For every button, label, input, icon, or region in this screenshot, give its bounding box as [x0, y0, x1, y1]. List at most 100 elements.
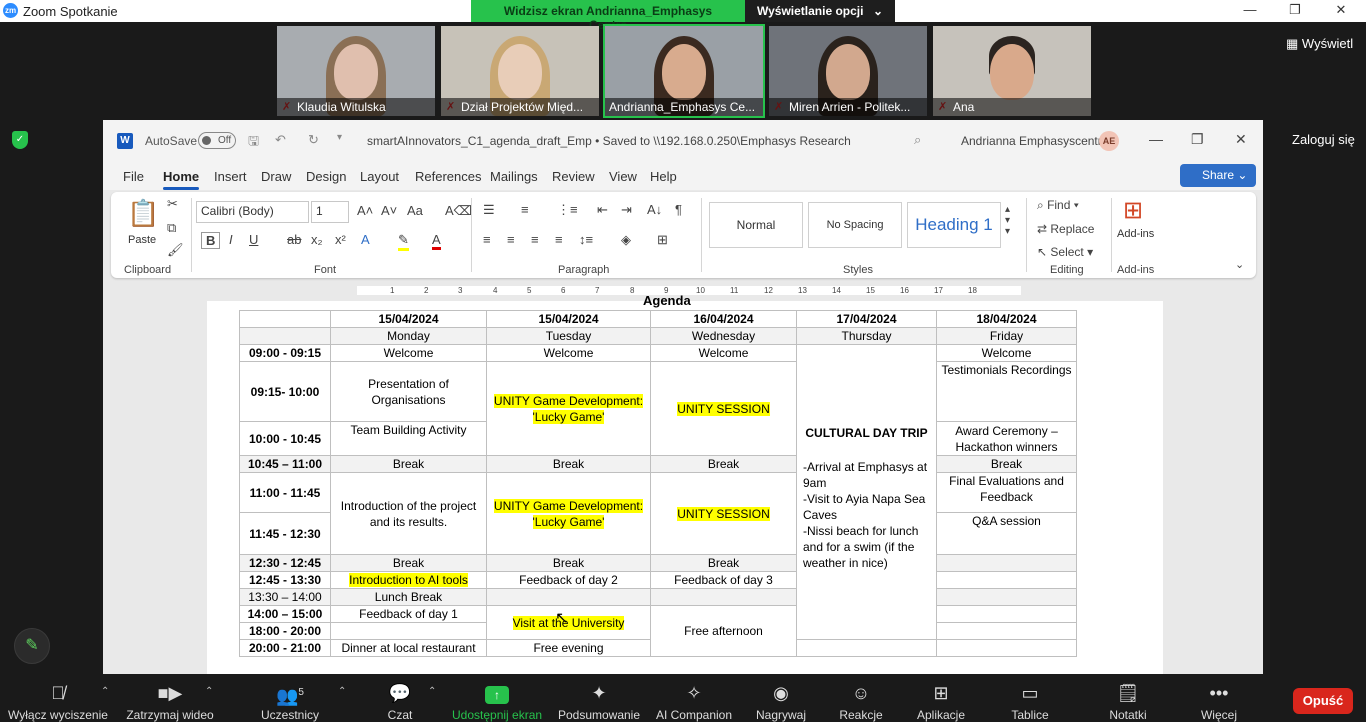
participant-tile[interactable]: ✗ Klaudia Witulska [277, 26, 435, 116]
customize-toolbar-icon[interactable]: ▾ [337, 132, 342, 143]
share-screen-button[interactable]: ↑ Udostępnij ekran [452, 674, 542, 722]
line-spacing-icon[interactable]: ↕≡ [579, 232, 593, 247]
tab-review[interactable]: Review [552, 169, 595, 184]
notes-button[interactable]: 🗒 Notatki [1104, 674, 1152, 722]
find-button[interactable]: ⌕ Find ▾ [1037, 198, 1079, 213]
replace-button[interactable]: ⇄ Replace [1037, 222, 1094, 236]
justify-icon[interactable]: ≡ [555, 232, 563, 247]
increase-indent-icon[interactable]: ⇥ [621, 202, 632, 218]
summary-button[interactable]: ✦ Podsumowanie [555, 674, 643, 722]
tab-home[interactable]: Home [163, 169, 200, 190]
participant-tile[interactable]: ✗ Miren Arrien - Politek... [769, 26, 927, 116]
change-case-icon[interactable]: Aa [407, 203, 423, 218]
style-no-spacing[interactable]: No Spacing [808, 202, 902, 248]
text-effects-icon[interactable]: A [361, 232, 370, 247]
tab-insert[interactable]: Insert [214, 169, 247, 184]
participant-tile[interactable]: ✗ Dział Projektów Międ... [441, 26, 599, 116]
paste-icon[interactable]: 📋 [127, 198, 159, 229]
tab-mailings[interactable]: Mailings [490, 169, 538, 184]
tab-layout[interactable]: Layout [360, 169, 399, 184]
security-shield-icon[interactable]: ✓ [12, 131, 28, 149]
tab-draw[interactable]: Draw [261, 169, 291, 184]
annotate-pencil-icon[interactable]: ✎ [14, 628, 50, 664]
font-size-select[interactable]: 1 [311, 201, 349, 223]
chevron-up-icon[interactable]: ⌃ [338, 686, 346, 697]
styles-scroll-icon[interactable]: ▴ ▾ ▾ [1005, 204, 1010, 237]
borders-icon[interactable]: ⊞ [657, 232, 668, 248]
minimize-icon[interactable]: — [1149, 131, 1163, 147]
copy-icon[interactable]: ⧉ [167, 220, 176, 236]
cut-icon[interactable]: ✂ [167, 196, 178, 212]
tab-design[interactable]: Design [306, 169, 346, 184]
chevron-up-icon[interactable]: ⌃ [428, 686, 436, 697]
search-icon[interactable]: ⌕ [914, 132, 921, 148]
decrease-indent-icon[interactable]: ⇤ [597, 202, 608, 218]
participant-tile[interactable]: ✗ Ana [933, 26, 1091, 116]
document-page[interactable]: Agenda 15/04/2024 15/04/2024 16/04/2024 … [207, 293, 1163, 674]
align-right-icon[interactable]: ≡ [531, 232, 539, 247]
document-title[interactable]: smartAInnovators_C1_agenda_draft_Emp • S… [367, 134, 851, 148]
italic-icon[interactable]: I [229, 232, 233, 247]
ai-companion-button[interactable]: ✧ AI Companion [654, 674, 734, 722]
avatar[interactable]: AE [1099, 131, 1119, 151]
bold-icon[interactable]: B [201, 232, 221, 249]
login-link[interactable]: Zaloguj się [1292, 132, 1355, 147]
leave-button[interactable]: Opuść [1293, 688, 1353, 714]
align-left-icon[interactable]: ≡ [483, 232, 491, 247]
unmute-button[interactable]: 🎙̸ Wyłącz wyciszenie [8, 674, 108, 722]
paste-button[interactable]: Paste [128, 234, 156, 246]
undo-icon[interactable]: ↶ [275, 132, 286, 148]
restore-icon[interactable]: ❐ [1280, 2, 1310, 18]
restore-icon[interactable]: ❐ [1191, 131, 1204, 148]
superscript-icon[interactable]: x² [335, 232, 346, 247]
tab-help[interactable]: Help [650, 169, 677, 184]
view-options-button[interactable]: Wyświetlanie opcji ⌄ [745, 0, 895, 22]
share-button[interactable]: Share ⌄ [1180, 164, 1256, 187]
tab-view[interactable]: View [609, 169, 637, 184]
underline-icon[interactable]: U [249, 232, 258, 247]
sort-icon[interactable]: A↓ [647, 202, 662, 217]
font-color-icon[interactable]: A [432, 232, 441, 250]
chevron-up-icon[interactable]: ⌃ [101, 686, 109, 697]
subscript-icon[interactable]: x₂ [311, 232, 323, 247]
reactions-button[interactable]: ☺ Reakcje [838, 674, 884, 722]
whiteboard-button[interactable]: ▭ Tablice [1006, 674, 1054, 722]
stop-video-button[interactable]: ■▶ Zatrzymaj wideo [122, 674, 218, 722]
align-center-icon[interactable]: ≡ [507, 232, 515, 247]
more-button[interactable]: ••• Więcej [1196, 674, 1242, 722]
chevron-up-icon[interactable]: ⌃ [205, 686, 213, 697]
collapse-ribbon-icon[interactable]: ⌄ [1235, 258, 1244, 271]
autosave-toggle[interactable]: Off [198, 132, 236, 149]
grow-font-icon[interactable]: A˄ [357, 203, 373, 218]
redo-icon[interactable]: ↻ [308, 132, 319, 148]
close-icon[interactable]: ✕ [1326, 2, 1356, 18]
show-marks-icon[interactable]: ¶ [675, 202, 682, 217]
strikethrough-icon[interactable]: ab [287, 232, 301, 247]
highlight-icon[interactable]: ✎ [398, 232, 409, 251]
view-layout-button[interactable]: ▦ Wyświetl [1286, 36, 1353, 52]
chat-button[interactable]: 💬 Czat [378, 674, 422, 722]
style-normal[interactable]: Normal [709, 202, 803, 248]
record-button[interactable]: ◉ Nagrywaj [754, 674, 808, 722]
format-painter-icon[interactable]: 🖌 [167, 242, 184, 258]
participants-button[interactable]: 👥5 Uczestnicy [260, 674, 320, 722]
apps-button[interactable]: ⊞ Aplikacje [914, 674, 968, 722]
bullets-icon[interactable]: ☰ [483, 202, 495, 218]
tab-references[interactable]: References [415, 169, 481, 184]
font-name-select[interactable]: Calibri (Body) [196, 201, 309, 223]
shrink-font-icon[interactable]: A˅ [381, 203, 397, 218]
addins-icon[interactable]: ⊞ [1123, 196, 1143, 225]
clear-formatting-icon[interactable]: A⌫ [445, 203, 472, 219]
close-icon[interactable]: ✕ [1235, 131, 1247, 148]
find-label: Find [1047, 198, 1071, 212]
save-icon[interactable]: 🖫 [248, 132, 259, 154]
tab-file[interactable]: File [123, 169, 144, 184]
shading-icon[interactable]: ◈ [621, 232, 631, 248]
participant-tile-active-speaker[interactable]: Andrianna_Emphasys Ce... [603, 24, 765, 118]
style-heading-1[interactable]: Heading 1 [907, 202, 1001, 248]
numbering-icon[interactable]: ≡ [521, 202, 529, 217]
multilevel-list-icon[interactable]: ⋮≡ [557, 202, 578, 218]
select-button[interactable]: ↖ Select ▾ [1037, 245, 1093, 259]
minimize-icon[interactable]: — [1235, 2, 1265, 17]
addins-button[interactable]: Add-ins [1117, 228, 1154, 240]
